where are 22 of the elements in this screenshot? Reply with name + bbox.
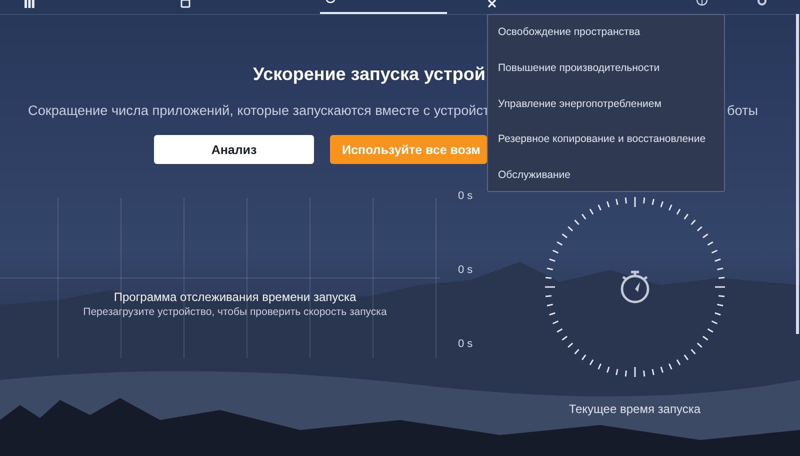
menu-item[interactable]: Обслуживание bbox=[488, 166, 724, 202]
menu-item[interactable]: Управление энергопотреблением bbox=[488, 94, 724, 130]
stopwatch-icon bbox=[618, 270, 651, 304]
chart-hint: Перезагрузите устройство, чтобы проверить скорость запуска bbox=[83, 306, 387, 318]
axis-label: 0 s bbox=[458, 338, 473, 350]
axis-label: 0 s bbox=[458, 190, 473, 202]
tools-icon bbox=[487, 0, 498, 8]
page-title: Ускорение запуска устрой bbox=[253, 63, 486, 86]
menu-item[interactable]: Освобождение пространства bbox=[488, 23, 724, 59]
grid-icon bbox=[24, 0, 35, 8]
page-subtitle: Сокращение числа приложений, которые запускаются вместе с устройст bbox=[28, 102, 490, 118]
analyze-button[interactable]: Анализ bbox=[154, 135, 314, 164]
globe-icon[interactable] bbox=[696, 0, 708, 8]
chart-title: Программа отслеживания времени запуска bbox=[112, 290, 358, 304]
page-subtitle: боты bbox=[726, 102, 758, 118]
document-icon bbox=[180, 0, 191, 8]
menu-item[interactable]: Резервное копирование и восстановление bbox=[488, 130, 724, 166]
nav-tab[interactable] bbox=[320, 0, 447, 14]
menu-item[interactable]: Повышение производительности bbox=[488, 58, 724, 95]
gauge-caption: Текущее время запуска bbox=[568, 402, 701, 416]
axis-label: 0 s bbox=[458, 264, 473, 276]
scrollbar[interactable] bbox=[796, 14, 799, 334]
